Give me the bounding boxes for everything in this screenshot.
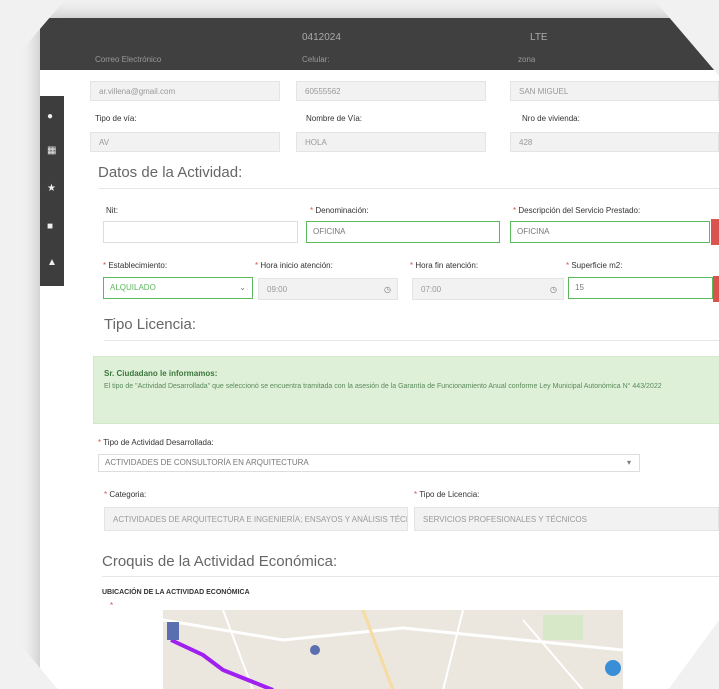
superficie-input[interactable]: 15 [568, 277, 713, 299]
sidebar: ● ▦ ★ ■ ▲ [40, 96, 64, 286]
hora-inicio-label: * Hora inicio atención: [255, 261, 333, 270]
tipo-licencia-label: * Tipo de Licencia: [414, 490, 480, 499]
nit-label: Nit: [106, 206, 118, 215]
map-required-marker: * [110, 601, 114, 610]
categoria-label: * Categoria: [104, 490, 147, 499]
divider [98, 188, 719, 189]
license-section-title: Tipo Licencia: [104, 316, 196, 333]
activity-section-title: Datos de la Actividad: [98, 164, 243, 181]
alert-body: El tipo de "Actividad Desarrollada" que … [104, 383, 662, 390]
tipo-licencia-field: SERVICIOS PROFESIONALES Y TÉCNICOS [414, 507, 719, 531]
superficie-label: * Superficie m2: [566, 261, 623, 270]
via-name-field: HOLA [296, 132, 486, 152]
phone-field: 60555562 [296, 81, 486, 101]
label-zone: zona [518, 55, 536, 64]
info-alert: Sr. Ciudadano le informamos: El tipo de … [93, 356, 719, 424]
location-map[interactable] [163, 610, 623, 689]
via-type-label: Tipo de vía: [95, 114, 137, 123]
label-email: Correo Electrónico [95, 55, 162, 64]
establecimiento-value: ALQUILADO [110, 283, 156, 292]
map-canvas [163, 610, 623, 689]
hora-fin-value: 07:00 [421, 285, 442, 294]
email-field: ar.villena@gmail.com [90, 81, 280, 101]
establecimiento-label: * Establecimiento: [103, 261, 168, 270]
chevron-down-icon: ⌄ [239, 283, 246, 292]
map-section-title: Croquis de la Actividad Económica: [102, 553, 338, 570]
top-header: 0412024 LTE Correo Electrónico Celular: … [40, 18, 719, 70]
house-number-label: Nro de vivienda: [522, 114, 580, 123]
clock-icon: ◷ [384, 285, 391, 294]
grid-icon[interactable]: ▦ [47, 146, 57, 156]
denominacion-label: * Denominación: [310, 206, 369, 215]
activity-type-label: * Tipo de Actividad Desarrollada: [98, 438, 214, 447]
label-phone: Celular: [302, 55, 330, 64]
users-icon[interactable]: ★ [47, 184, 57, 194]
hora-fin-label: * Hora fin atención: [410, 261, 479, 270]
zone-field: SAN MIGUEL [510, 81, 719, 101]
via-name-label: Nombre de Vía: [306, 114, 363, 123]
header-value-1: 0412024 [302, 32, 341, 43]
divider [102, 576, 719, 577]
hora-fin-field[interactable]: 07:00 ◷ [412, 278, 564, 300]
alert-title: Sr. Ciudadano le informamos: [104, 369, 218, 378]
hora-inicio-field[interactable]: 09:00 ◷ [258, 278, 398, 300]
descripcion-label: * Descripción del Servicio Prestado: [513, 206, 641, 215]
activity-type-value: ACTIVIDADES DE CONSULTORÍA EN ARQUITECTU… [105, 458, 309, 467]
activity-type-select[interactable]: ACTIVIDADES DE CONSULTORÍA EN ARQUITECTU… [98, 454, 640, 472]
home-icon[interactable]: ● [47, 112, 57, 122]
nit-input[interactable] [103, 221, 298, 243]
hora-inicio-value: 09:00 [267, 285, 288, 294]
device-frame: 0412024 LTE Correo Electrónico Celular: … [0, 0, 719, 689]
house-number-field: 428 [510, 132, 719, 152]
chevron-down-icon: ▾ [626, 458, 631, 467]
header-value-2: LTE [530, 32, 548, 43]
clock-icon: ◷ [550, 285, 557, 294]
superficie-help-button[interactable] [713, 276, 719, 302]
upload-icon[interactable]: ▲ [47, 258, 57, 268]
establecimiento-select[interactable]: ALQUILADO ⌄ [103, 277, 253, 299]
divider [104, 340, 719, 341]
app-window: 0412024 LTE Correo Electrónico Celular: … [40, 18, 719, 689]
map-location-label: UBICACIÓN DE LA ACTIVIDAD ECONÓMICA [102, 589, 250, 596]
denominacion-input[interactable]: OFICINA [306, 221, 500, 243]
descripcion-help-button[interactable] [711, 219, 719, 245]
document-icon[interactable]: ■ [47, 222, 57, 232]
descripcion-input[interactable]: OFICINA [510, 221, 710, 243]
categoria-field: ACTIVIDADES DE ARQUITECTURA E INGENIERÍA… [104, 507, 408, 531]
via-type-field: AV [90, 132, 280, 152]
